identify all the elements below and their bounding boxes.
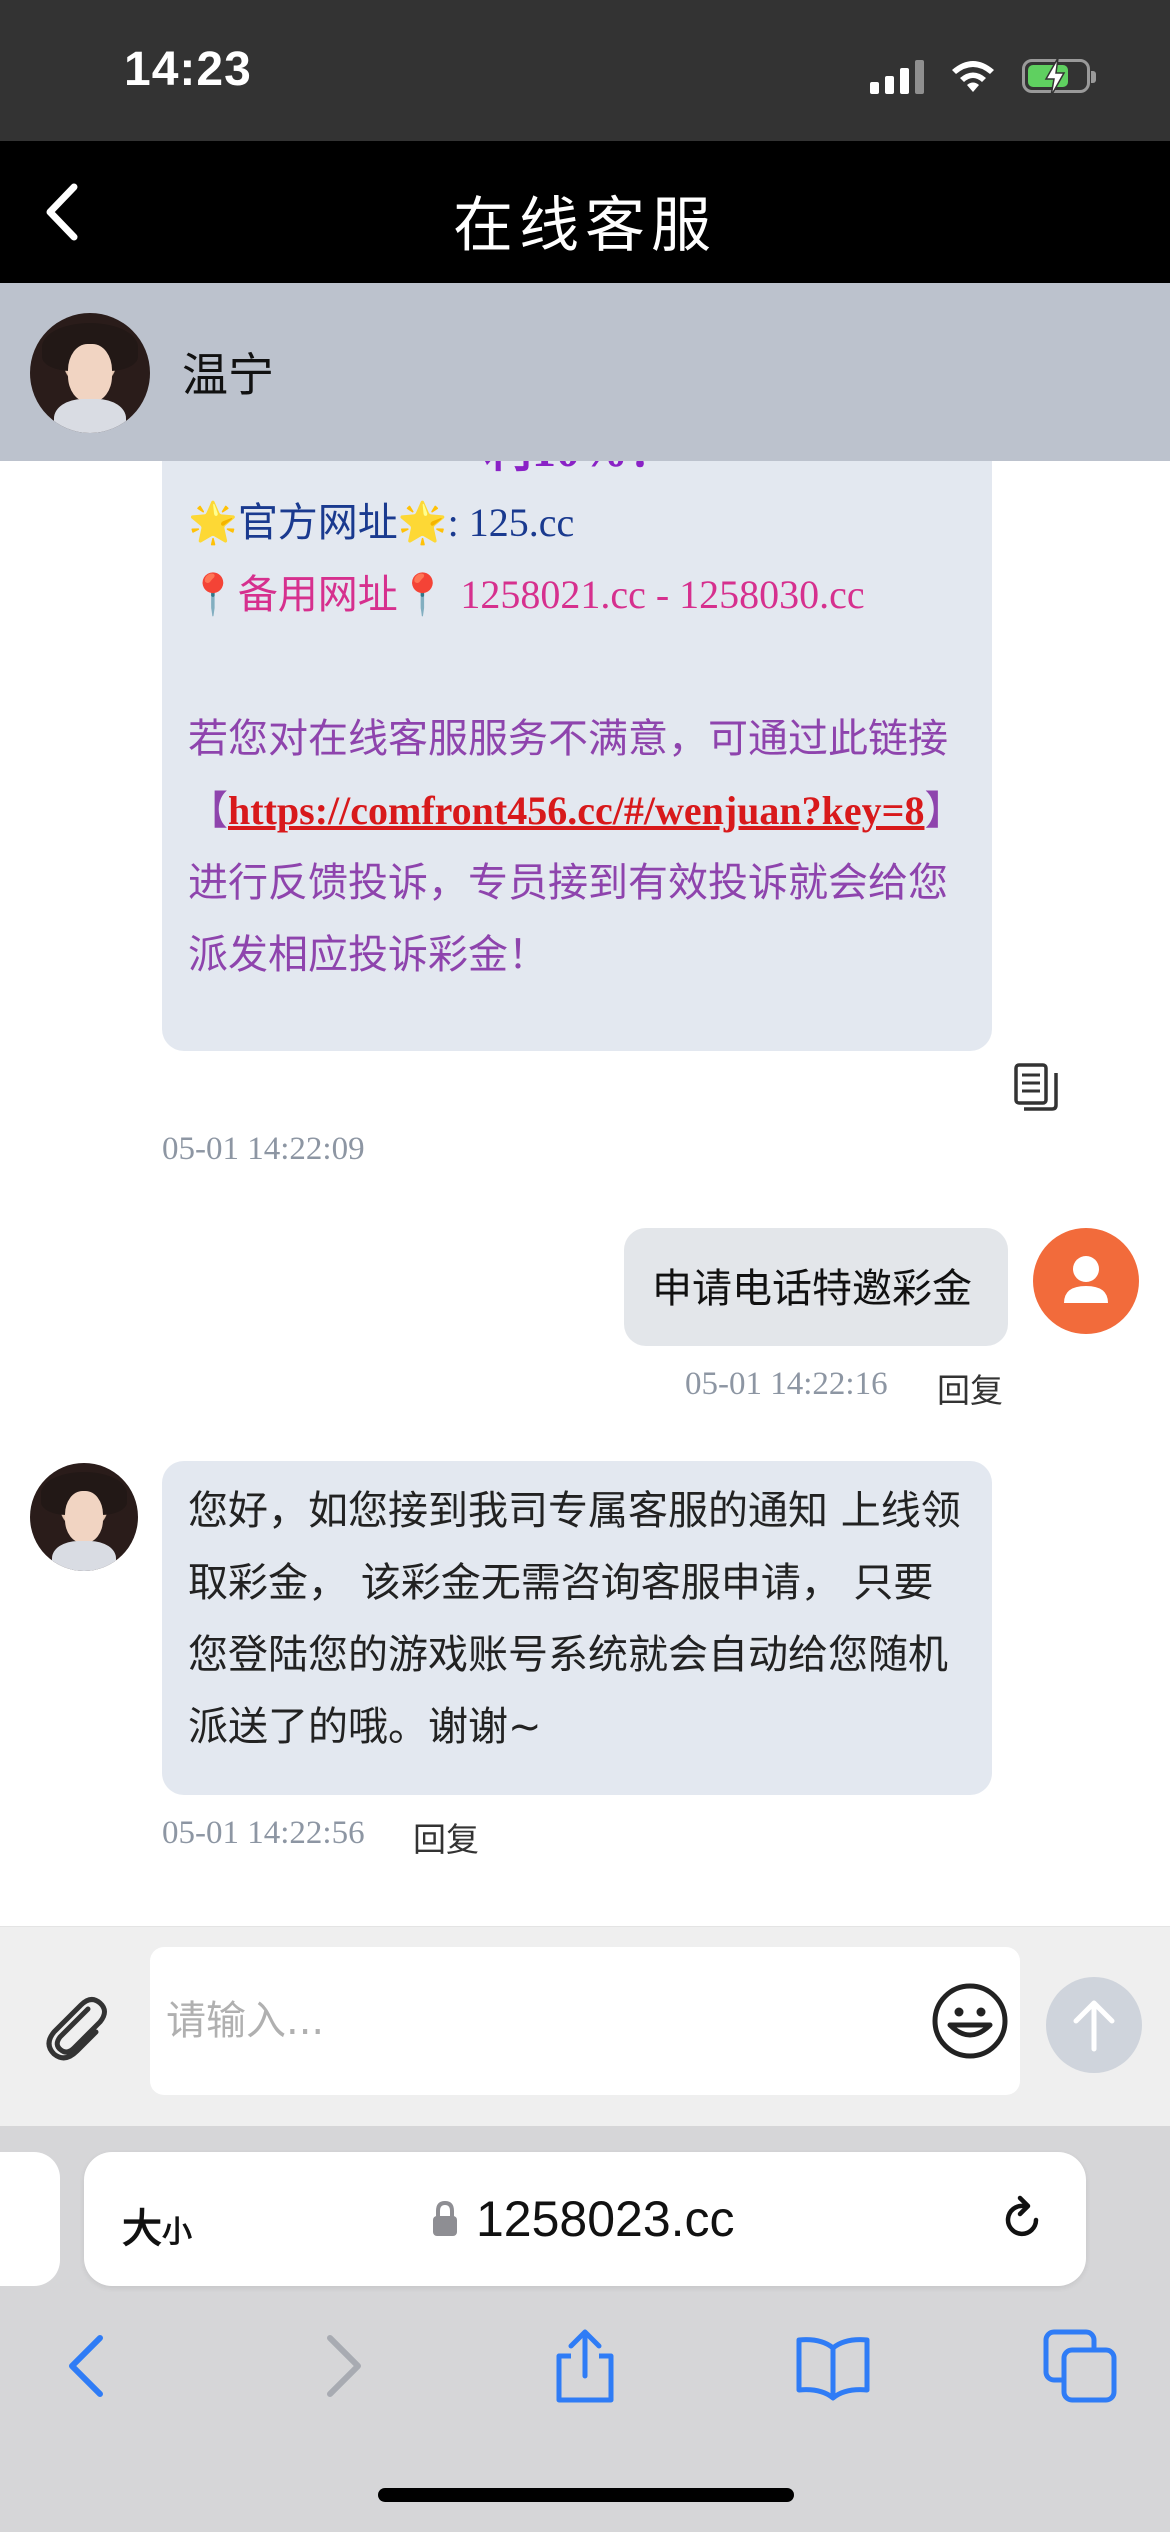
status-time: 14:23: [124, 43, 252, 96]
page-title: 在线客服: [453, 191, 717, 261]
backup-url-link[interactable]: 1258021.cc - 1258030.cc: [460, 572, 864, 617]
star-icon: 🌟: [397, 500, 448, 546]
back-icon[interactable]: [50, 2326, 130, 2406]
input-bar: [0, 1926, 1170, 2127]
agent-message-bubble: 您好，如您接到我司专属客服的通知 上线领取彩金， 该彩金无需咨询客服申请， 只要…: [162, 1461, 992, 1795]
reply-button[interactable]: 回复: [413, 1813, 479, 1861]
agent-message-bubble: 利10%！ 🌟官方网址🌟: 125.cc 📍备用网址📍 1258021.cc -…: [162, 461, 992, 1051]
chat-area[interactable]: 利10%！ 🌟官方网址🌟: 125.cc 📍备用网址📍 1258021.cc -…: [0, 461, 1170, 1926]
backup-url-line: 📍备用网址📍 1258021.cc - 1258030.cc: [188, 572, 865, 618]
official-url-line: 🌟官方网址🌟: 125.cc: [188, 500, 575, 546]
message-input[interactable]: [150, 1947, 1020, 2095]
reply-button[interactable]: 回复: [937, 1364, 1003, 1412]
safari-bottom-bar: 大小 1258023.cc: [0, 2126, 1170, 2532]
pin-icon: 📍: [397, 572, 448, 618]
wifi-icon: [952, 61, 994, 92]
message-line-truncated: 利10%！: [188, 461, 966, 487]
user-avatar: [1033, 1228, 1139, 1334]
share-icon[interactable]: [545, 2326, 625, 2406]
agent-name: 温宁: [182, 348, 274, 402]
tabs-icon[interactable]: [1040, 2326, 1120, 2406]
home-indicator: [378, 2488, 794, 2502]
agent-avatar[interactable]: [30, 313, 150, 433]
forward-icon[interactable]: [300, 2326, 380, 2406]
message-timestamp: 05-01 14:22:09: [162, 1131, 365, 1167]
previous-tab-preview[interactable]: [0, 2152, 60, 2286]
lock-icon: [433, 2200, 457, 2236]
reload-icon[interactable]: [994, 2192, 1050, 2248]
text-size-button[interactable]: 大小: [122, 2196, 192, 2254]
cellular-signal-icon: [870, 58, 924, 94]
battery-icon: [1022, 58, 1096, 96]
pin-icon: 📍: [188, 572, 238, 618]
emoji-icon[interactable]: [930, 1981, 1010, 2061]
agent-message-text: 您好，如您接到我司专属客服的通知 上线领取彩金， 该彩金无需咨询客服申请， 只要…: [188, 1488, 961, 1750]
bookmarks-icon[interactable]: [793, 2326, 873, 2406]
nav-header: 在线客服: [0, 141, 1170, 283]
official-url-link[interactable]: 125.cc: [469, 500, 575, 545]
arrow-up-icon: [1073, 2000, 1115, 2052]
url-text: 1258023.cc: [476, 2191, 735, 2247]
user-message-bubble: 申请电话特邀彩金: [624, 1228, 1008, 1346]
status-icons: [870, 52, 1096, 100]
status-bar: 14:23: [0, 0, 1170, 141]
message-timestamp: 05-01 14:22:56: [162, 1815, 365, 1851]
agent-avatar[interactable]: [30, 1463, 138, 1571]
agent-header: 温宁: [0, 283, 1170, 461]
star-icon: 🌟: [188, 500, 238, 546]
person-icon: [1064, 1256, 1108, 1303]
complaint-link[interactable]: https://comfront456.cc/#/wenjuan?key=8: [228, 788, 924, 833]
paperclip-icon[interactable]: [36, 1987, 116, 2067]
address-bar[interactable]: 大小 1258023.cc: [84, 2152, 1086, 2286]
complaint-text: 若您对在线客服服务不满意，可通过此链接【https://comfront456.…: [188, 716, 965, 978]
send-button[interactable]: [1046, 1977, 1142, 2073]
copy-icon[interactable]: [1010, 1061, 1062, 1113]
message-timestamp: 05-01 14:22:16: [685, 1366, 888, 1402]
safari-toolbar: [0, 2316, 1170, 2426]
